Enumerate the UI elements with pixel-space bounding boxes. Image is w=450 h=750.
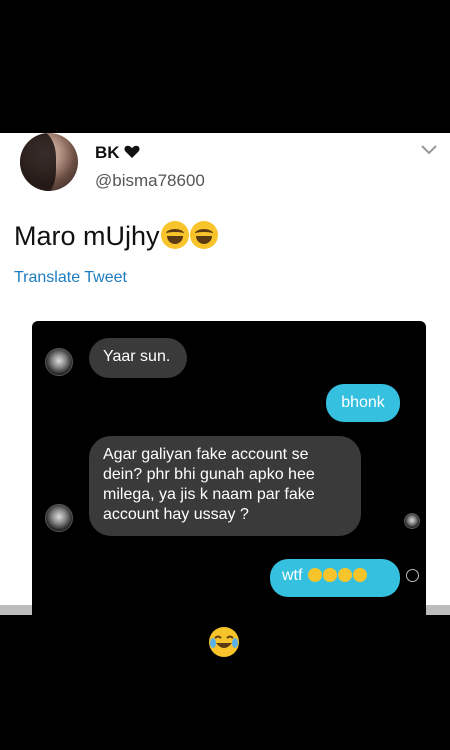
heart-icon	[124, 145, 140, 158]
message-bubble-incoming: Agar galiyan fake account se dein? phr b…	[89, 436, 361, 536]
message-bubble-incoming: Yaar sun.	[89, 338, 187, 378]
laughing-tears-icon	[322, 568, 337, 582]
laughing-tears-icon	[189, 221, 218, 249]
contact-avatar	[45, 348, 73, 376]
laughing-tears-icon	[209, 627, 239, 657]
handle[interactable]: @bisma78600	[95, 171, 205, 191]
laughing-tears-icon	[160, 221, 189, 249]
translate-link[interactable]: Translate Tweet	[14, 269, 127, 287]
laughing-tears-icon	[352, 568, 367, 582]
tweet-text-content: Maro mUjhy	[14, 221, 160, 251]
seen-avatar	[404, 513, 420, 529]
avatar[interactable]	[20, 133, 78, 191]
tweet-card: BK @bisma78600 Maro mUjhy Translate Twee…	[0, 133, 450, 615]
tweet-text: Maro mUjhy	[14, 221, 218, 252]
display-name[interactable]: BK	[95, 143, 140, 163]
laughing-tears-icon	[337, 568, 352, 582]
chat-screenshot: Yaar sun. bhonk Agar galiyan fake accoun…	[32, 321, 426, 615]
sent-check-icon	[406, 569, 419, 582]
message-bubble-outgoing: bhonk	[326, 384, 400, 422]
display-name-text: BK	[95, 143, 120, 162]
chevron-down-icon[interactable]	[420, 143, 438, 157]
message-text: wtf	[282, 567, 303, 584]
contact-avatar	[45, 504, 73, 532]
laughing-tears-icon	[307, 568, 322, 582]
message-bubble-outgoing: wtf	[270, 559, 400, 597]
divider	[0, 605, 450, 615]
